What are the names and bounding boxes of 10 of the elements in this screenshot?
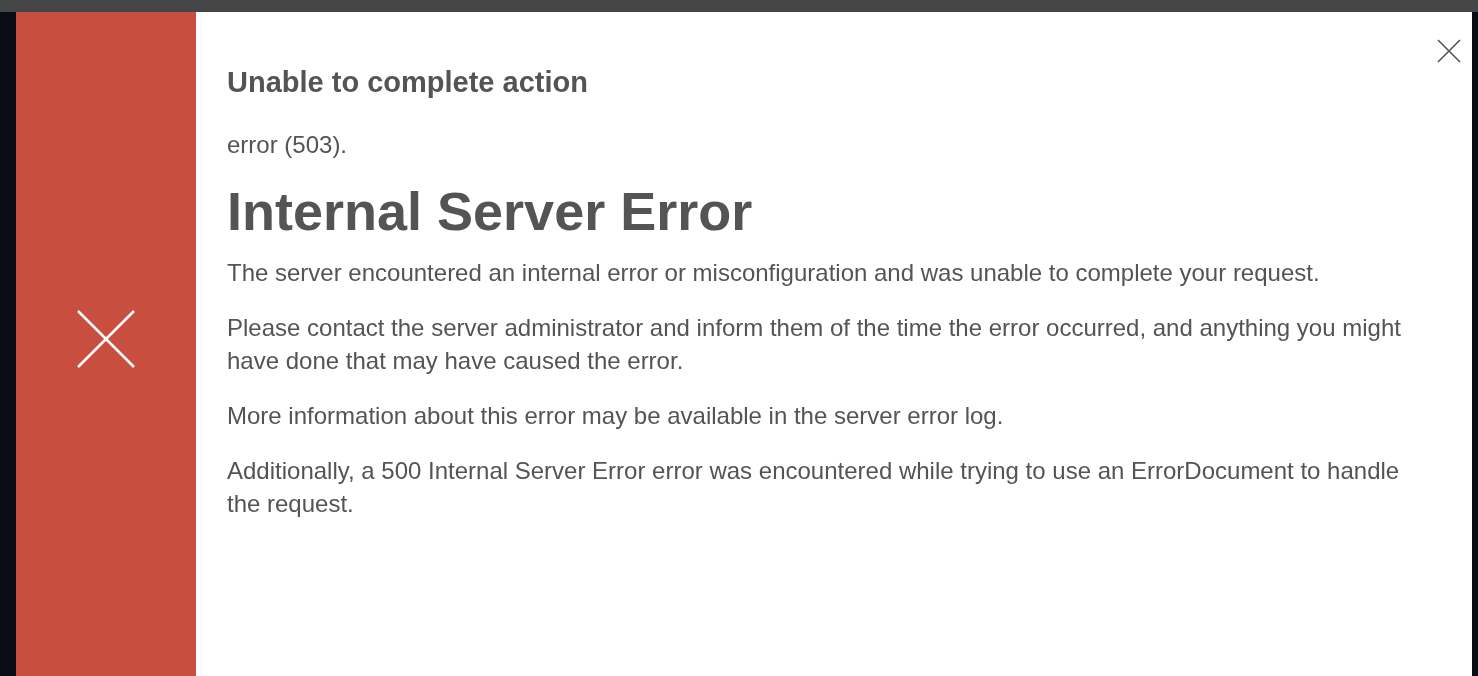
dialog-title: Unable to complete action (227, 66, 589, 99)
error-paragraph: The server encountered an internal error or misconfiguration and was unable to complete your request. (227, 257, 1321, 288)
error-paragraph: More information about this error may be available in the server error log. (227, 400, 1005, 431)
error-paragraph: Additionally, a 500 Internal Server Error error was encountered while trying to use an ErrorDocument to handle the request. (227, 455, 1401, 519)
error-paragraph: Please contact the server administrator and inform them of the time the error occurred, and anything you might have done that may have caused the error. (227, 312, 1402, 376)
close-icon (1437, 39, 1461, 63)
error-x-icon (77, 310, 135, 368)
close-button[interactable] (1436, 38, 1462, 64)
error-heading: Internal Server Error (227, 180, 754, 243)
error-message: error (503). (227, 131, 349, 159)
